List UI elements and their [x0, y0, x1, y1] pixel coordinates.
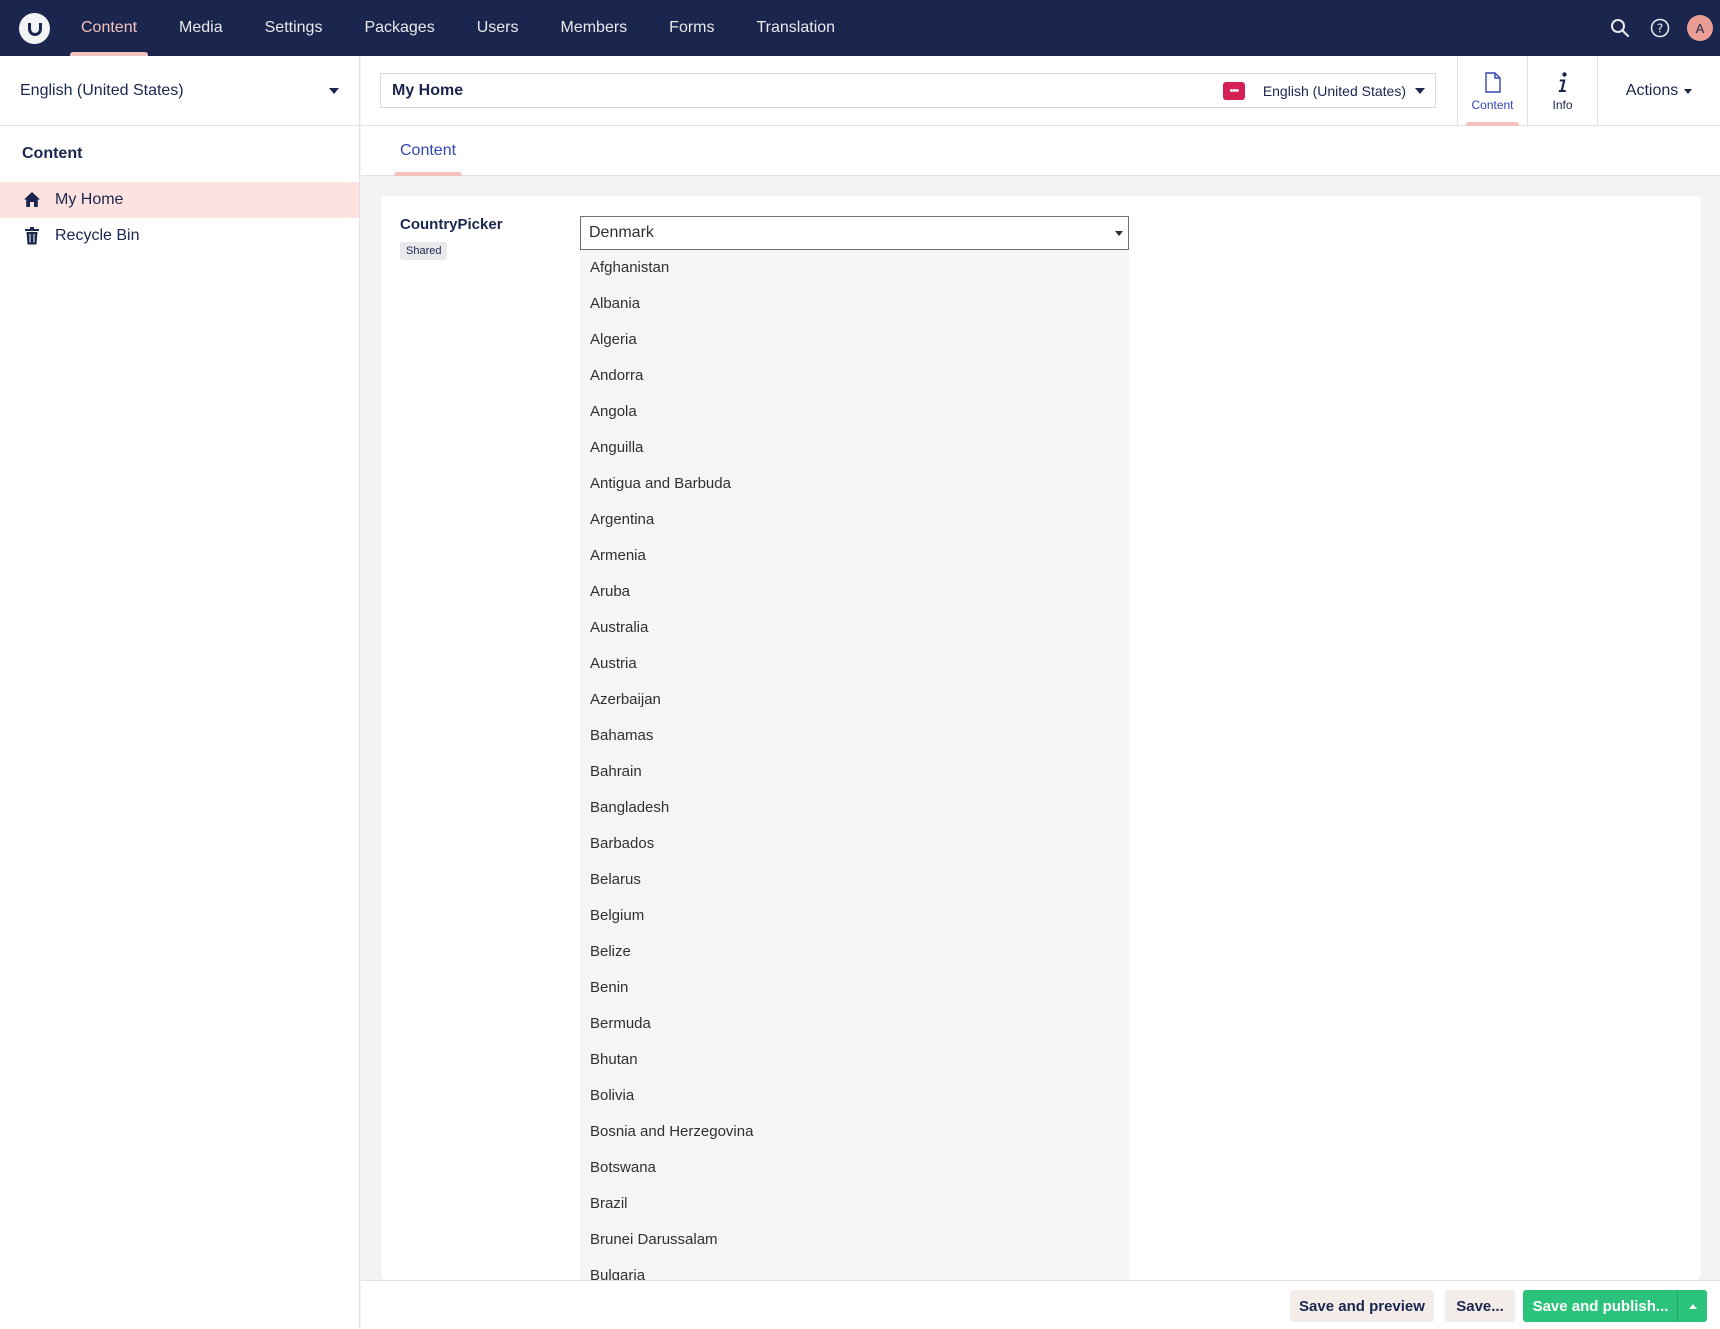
app-tab-info[interactable]: Info	[1527, 56, 1597, 126]
country-option[interactable]: Australia	[580, 610, 1129, 646]
country-option[interactable]: Botswana	[580, 1150, 1129, 1186]
chevron-down-icon	[1415, 87, 1425, 94]
language-picker[interactable]: English (United States)	[0, 56, 359, 126]
chevron-down-icon	[329, 87, 339, 94]
country-picker-select[interactable]: Denmark	[580, 216, 1129, 250]
nav-media[interactable]: Media	[158, 0, 244, 56]
country-option[interactable]: Angola	[580, 394, 1129, 430]
chevron-up-icon	[1688, 1303, 1697, 1309]
app-tab-label: Content	[1471, 98, 1514, 112]
svg-text:?: ?	[1657, 22, 1663, 36]
country-option[interactable]: Brunei Darussalam	[580, 1222, 1129, 1258]
shared-badge: Shared	[400, 242, 448, 260]
tree-item-label: My Home	[55, 191, 124, 208]
nav-content[interactable]: Content	[60, 0, 158, 56]
chevron-down-icon	[1115, 231, 1123, 236]
country-option[interactable]: Anguilla	[580, 430, 1129, 466]
content-apps: Content Info	[1457, 56, 1597, 126]
tree-item-label: Recycle Bin	[55, 227, 140, 244]
trash-icon	[22, 226, 42, 246]
tree-title[interactable]: Content	[0, 126, 359, 182]
section-nav: Content Media Settings Packages Users Me…	[60, 0, 856, 56]
country-option[interactable]: Barbados	[580, 826, 1129, 862]
app-tab-content[interactable]: Content	[1457, 56, 1527, 126]
country-option[interactable]: Antigua and Barbuda	[580, 466, 1129, 502]
country-option[interactable]: Belize	[580, 934, 1129, 970]
save-and-publish-button[interactable]: Save and publish...	[1523, 1290, 1678, 1322]
language-picker-label: English (United States)	[20, 81, 184, 99]
country-option[interactable]: Aruba	[580, 574, 1129, 610]
tree-item-my-home[interactable]: My Home	[0, 182, 359, 218]
country-option[interactable]: Afghanistan	[580, 250, 1129, 286]
country-option[interactable]: Armenia	[580, 538, 1129, 574]
document-icon	[1484, 70, 1501, 94]
variant-selector-label: English (United States)	[1262, 82, 1406, 99]
tab-content[interactable]: Content	[394, 126, 463, 176]
publish-options-toggle[interactable]	[1677, 1290, 1707, 1322]
nav-members[interactable]: Members	[539, 0, 648, 56]
country-option[interactable]: Algeria	[580, 322, 1129, 358]
country-option[interactable]: Bulgaria	[580, 1258, 1129, 1280]
actions-label: Actions	[1625, 82, 1679, 99]
nav-settings[interactable]: Settings	[244, 0, 344, 56]
country-option[interactable]: Azerbaijan	[580, 682, 1129, 718]
country-option[interactable]: Bangladesh	[580, 790, 1129, 826]
country-option[interactable]: Andorra	[580, 358, 1129, 394]
country-option[interactable]: Austria	[580, 646, 1129, 682]
country-dropdown-list: Afghanistan Albania Algeria Andorra Ango…	[580, 250, 1129, 1280]
country-option[interactable]: Bolivia	[580, 1078, 1129, 1114]
nav-packages[interactable]: Packages	[343, 0, 455, 56]
user-avatar[interactable]: A	[1687, 15, 1713, 41]
country-option[interactable]: Belarus	[580, 862, 1129, 898]
top-navigation-bar: Content Media Settings Packages Users Me…	[0, 0, 1720, 56]
search-icon[interactable]	[1600, 8, 1640, 48]
umbraco-logo-icon[interactable]	[19, 13, 50, 44]
tree-item-recycle-bin[interactable]: Recycle Bin	[0, 218, 359, 254]
home-icon	[22, 190, 42, 210]
country-option[interactable]: Belgium	[580, 898, 1129, 934]
country-option[interactable]: Bahamas	[580, 718, 1129, 754]
content-tabs: Content	[361, 126, 1720, 176]
country-option[interactable]: Benin	[580, 970, 1129, 1006]
actions-button[interactable]: Actions	[1597, 56, 1720, 126]
nav-forms[interactable]: Forms	[648, 0, 735, 56]
editor-footer: Save and preview Save... Save and publis…	[361, 1280, 1720, 1329]
chevron-down-icon	[1684, 88, 1693, 94]
nav-translation[interactable]: Translation	[736, 0, 857, 56]
save-button[interactable]: Save...	[1445, 1290, 1515, 1322]
country-option[interactable]: Albania	[580, 286, 1129, 322]
variant-status-badge: •••	[1222, 81, 1245, 100]
content-tree-sidebar: English (United States) Content My Home …	[0, 56, 360, 1329]
nav-users[interactable]: Users	[456, 0, 540, 56]
country-option[interactable]: Bermuda	[580, 1006, 1129, 1042]
node-name-input[interactable]	[381, 74, 1223, 107]
country-option[interactable]: Brazil	[580, 1186, 1129, 1222]
top-icons: ? A	[1600, 0, 1720, 56]
info-icon	[1557, 70, 1569, 94]
help-icon[interactable]: ?	[1640, 8, 1680, 48]
app-tab-label: Info	[1552, 98, 1573, 112]
country-option[interactable]: Argentina	[580, 502, 1129, 538]
save-and-preview-button[interactable]: Save and preview	[1290, 1290, 1434, 1322]
variant-selector[interactable]: English (United States)	[1263, 83, 1435, 99]
country-option[interactable]: Bosnia and Herzegovina	[580, 1114, 1129, 1150]
property-panel: CountryPicker Shared Denmark Afghanistan…	[381, 196, 1701, 1280]
country-option[interactable]: Bhutan	[580, 1042, 1129, 1078]
country-option[interactable]: Bahrain	[580, 754, 1129, 790]
node-name-box: ••• English (United States)	[380, 73, 1436, 108]
property-label: CountryPicker	[400, 216, 503, 233]
country-picker-value: Denmark	[589, 224, 654, 241]
editor-header: ••• English (United States) Content Info…	[361, 56, 1720, 126]
